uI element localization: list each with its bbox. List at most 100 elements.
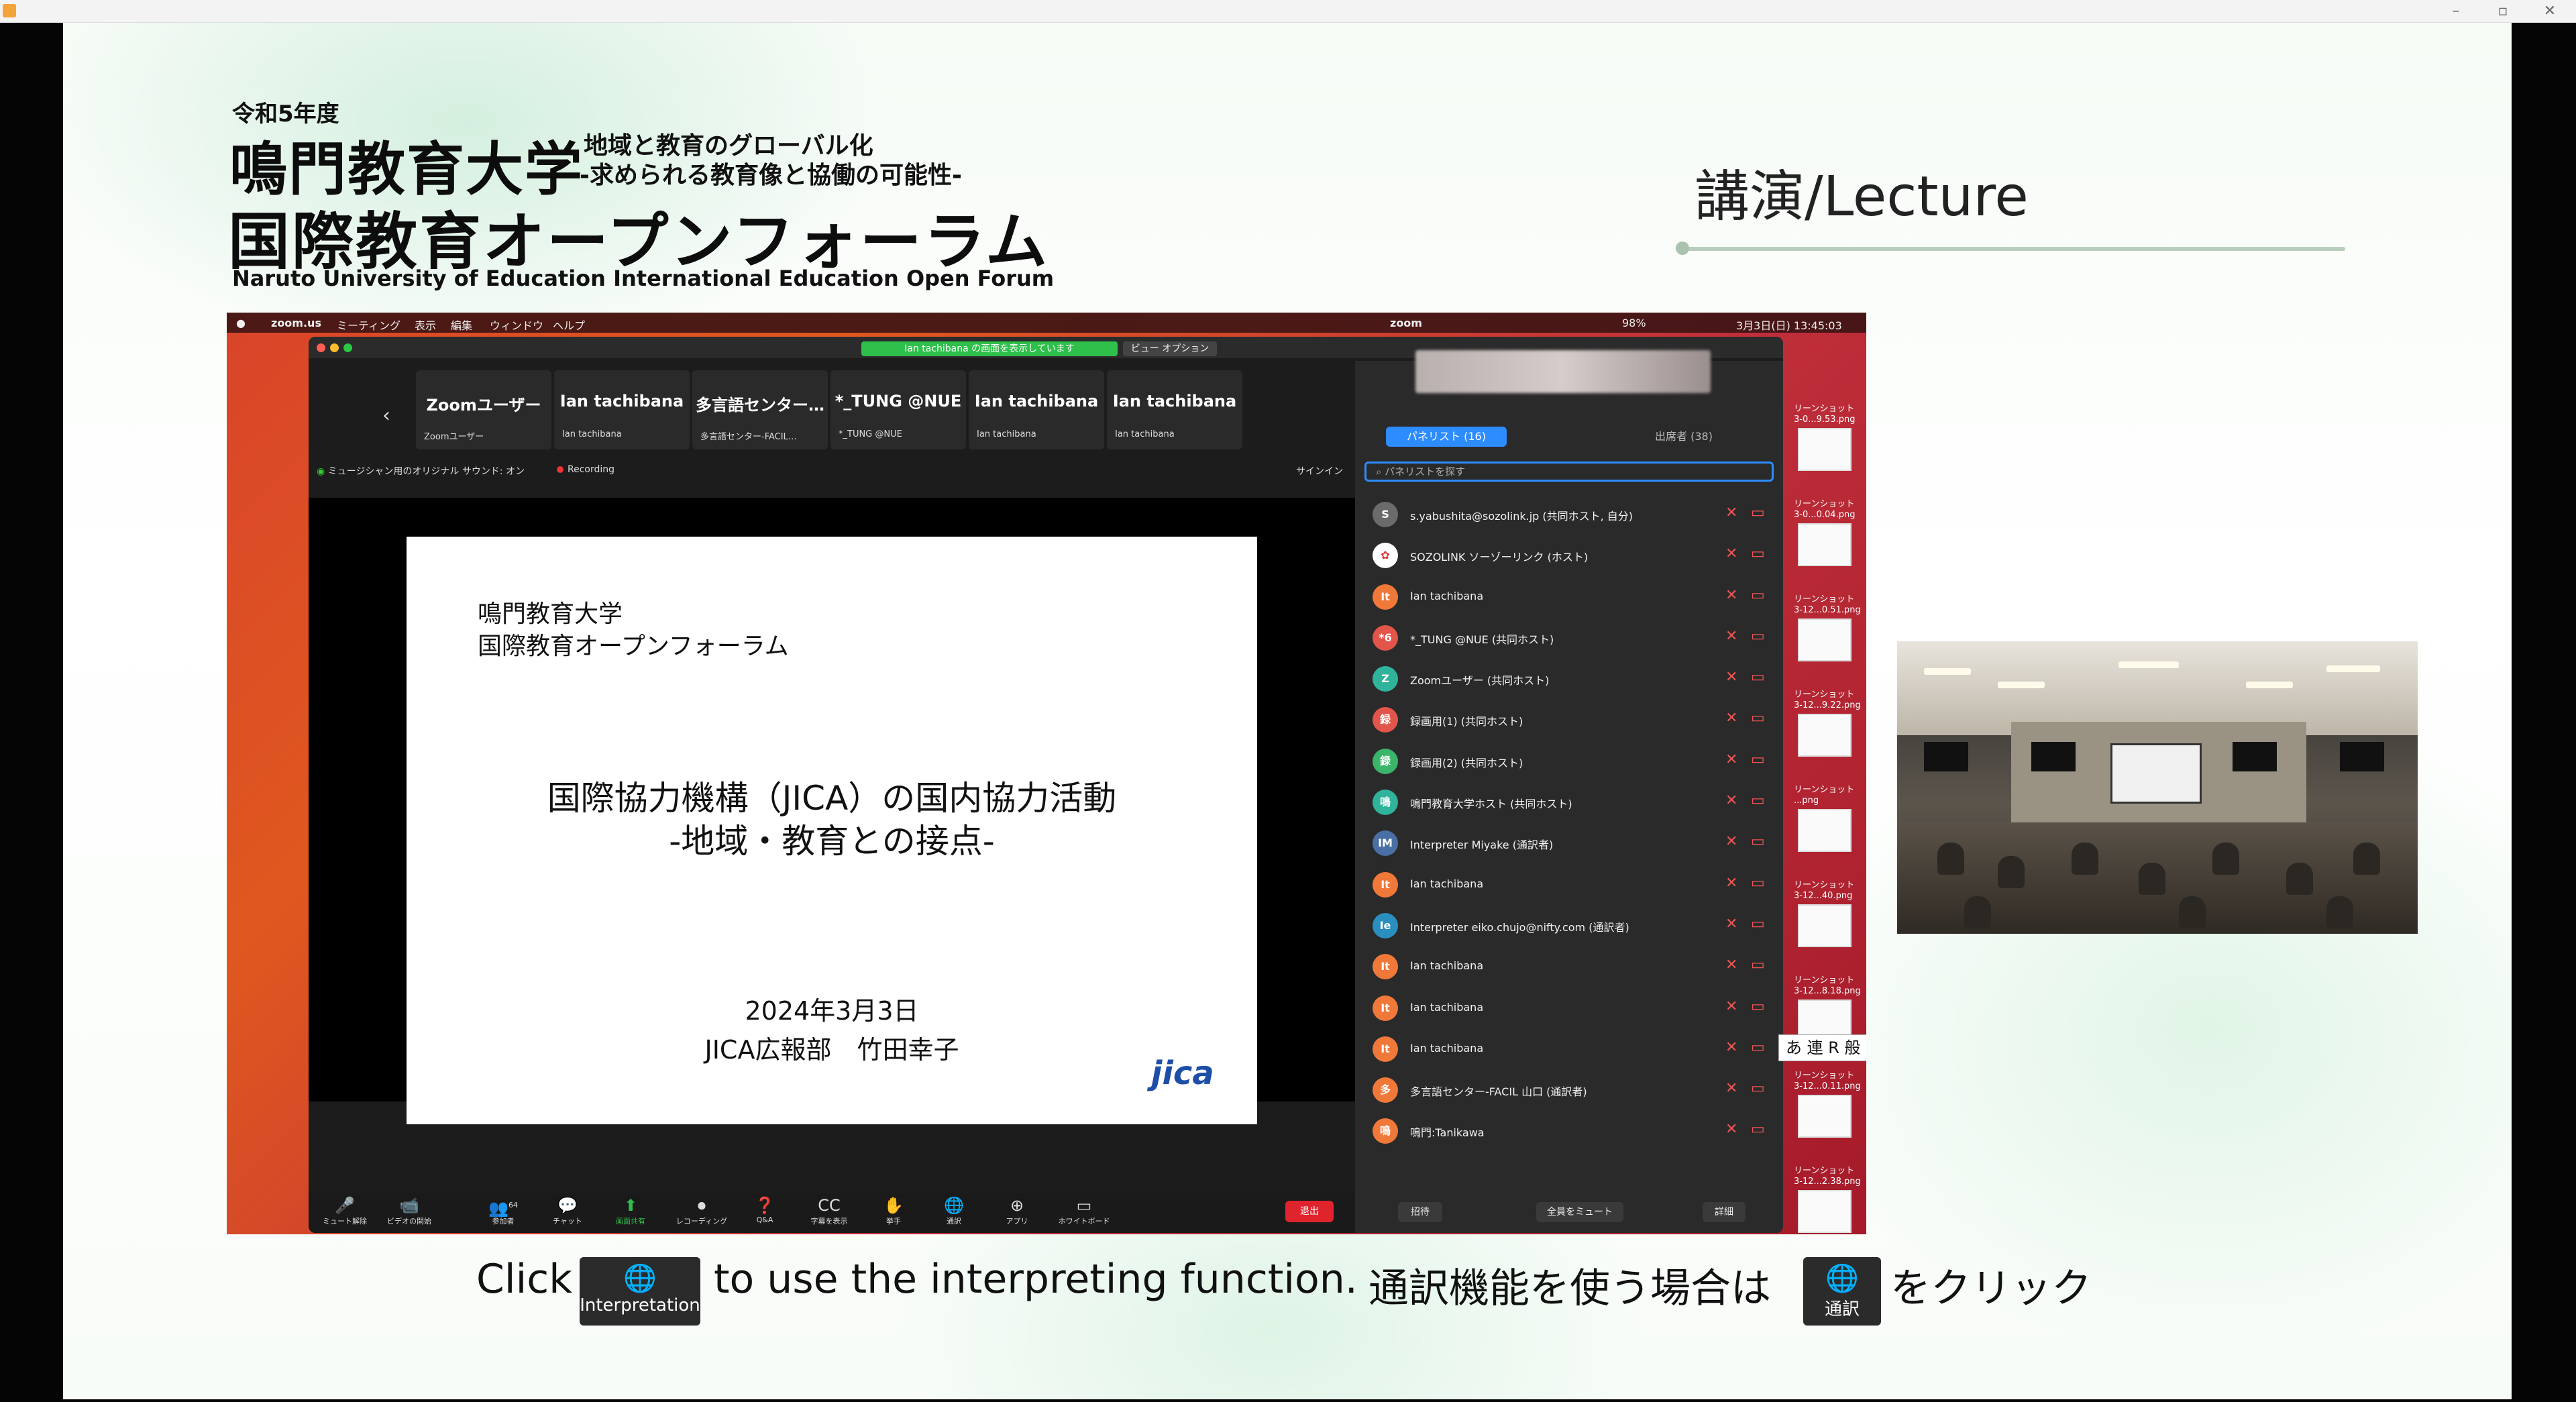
desktop-file[interactable]: リーンショット 3-12...0.51.png bbox=[1784, 594, 1865, 690]
minimize-button[interactable]: – bbox=[2439, 1, 2473, 21]
interpretation-button[interactable]: 🌐 通訳 bbox=[927, 1195, 981, 1226]
participant-row[interactable]: Ie Interpreter eiko.chujo@nifty.com (通訳者)… bbox=[1355, 904, 1783, 945]
recording-button[interactable]: ⏺ レコーディング bbox=[675, 1195, 729, 1226]
apps-button[interactable]: ⊕ アプリ bbox=[990, 1195, 1044, 1226]
more-button[interactable]: 詳細 bbox=[1703, 1202, 1746, 1222]
microphone-muted-icon[interactable]: ✕ bbox=[1725, 504, 1737, 521]
video-off-icon[interactable]: ▭ bbox=[1751, 1039, 1765, 1056]
desktop-file[interactable]: リーンショット ...png bbox=[1784, 785, 1865, 880]
menu-zoom[interactable]: zoom.us bbox=[271, 317, 321, 329]
microphone-muted-icon[interactable]: ✕ bbox=[1725, 710, 1737, 726]
video-thumbnail[interactable]: Ian tachibana Ian tachibana bbox=[969, 370, 1104, 449]
menu-window[interactable]: ウィンドウ bbox=[490, 317, 543, 333]
video-off-icon[interactable]: ▭ bbox=[1751, 710, 1765, 726]
participant-row[interactable]: It Ian tachibana ✕ ▭ bbox=[1355, 945, 1783, 985]
microphone-muted-icon[interactable]: ✕ bbox=[1725, 792, 1737, 809]
desktop-file[interactable]: リーンショット 3-12...40.png bbox=[1784, 880, 1865, 975]
video-thumbnail[interactable]: *_TUNG @NUE *_TUNG @NUE bbox=[830, 370, 966, 449]
microphone-muted-icon[interactable]: ✕ bbox=[1725, 833, 1737, 850]
video-off-icon[interactable]: ▭ bbox=[1751, 587, 1765, 604]
zoom-dot-icon[interactable] bbox=[343, 343, 352, 352]
video-off-icon[interactable]: ▭ bbox=[1751, 1080, 1765, 1097]
view-options-button[interactable]: ビュー オプション bbox=[1123, 341, 1217, 356]
tab-panelists[interactable]: パネリスト (16) bbox=[1386, 427, 1507, 447]
participant-row[interactable]: It Ian tachibana ✕ ▭ bbox=[1355, 863, 1783, 904]
video-off-icon[interactable]: ▭ bbox=[1751, 628, 1765, 645]
video-thumbnail[interactable]: Zoomユーザー Zoomユーザー bbox=[416, 370, 551, 449]
microphone-muted-icon[interactable]: ✕ bbox=[1725, 998, 1737, 1015]
desktop-file[interactable]: リーンショット 3-0...0.04.png bbox=[1784, 499, 1865, 594]
participant-row[interactable]: 録録画用(2) (共同ホスト) ✕ ▭ bbox=[1355, 739, 1783, 780]
video-thumbnail[interactable]: Ian tachibana Ian tachibana bbox=[554, 370, 690, 449]
microphone-muted-icon[interactable]: ✕ bbox=[1725, 1080, 1737, 1097]
participant-row[interactable]: ✿ SOZOLINK ソーゾーリンク (ホスト) ✕ ▭ bbox=[1355, 533, 1783, 574]
participant-row[interactable]: It Ian tachibana ✕ ▭ bbox=[1355, 986, 1783, 1027]
microphone-muted-icon[interactable]: ✕ bbox=[1725, 1121, 1737, 1138]
raise-hand-button[interactable]: ✋ 挙手 bbox=[867, 1195, 920, 1226]
video-off-icon[interactable]: ▭ bbox=[1751, 504, 1765, 521]
participants-button[interactable]: 👥64 参加者 bbox=[476, 1195, 530, 1226]
video-off-icon[interactable]: ▭ bbox=[1751, 916, 1765, 932]
recording-indicator[interactable]: Recording bbox=[557, 464, 614, 475]
video-off-icon[interactable]: ▭ bbox=[1751, 545, 1765, 562]
video-off-icon[interactable]: ▭ bbox=[1751, 1121, 1765, 1138]
participant-row[interactable]: 鳴鳴門教育大学ホスト (共同ホスト) ✕ ▭ bbox=[1355, 780, 1783, 821]
microphone-muted-icon[interactable]: ✕ bbox=[1725, 751, 1737, 768]
menubar-zoom-icon[interactable]: zoom bbox=[1390, 317, 1422, 329]
desktop-file[interactable]: リーンショット 3-0...9.53.png bbox=[1784, 404, 1865, 499]
microphone-muted-icon[interactable]: ✕ bbox=[1725, 587, 1737, 604]
video-thumbnail[interactable]: Ian tachibana Ian tachibana bbox=[1107, 370, 1242, 449]
menu-view[interactable]: 表示 bbox=[415, 317, 436, 333]
participant-row[interactable]: *6 *_TUNG @NUE (共同ホスト) ✕ ▭ bbox=[1355, 616, 1783, 657]
share-screen-button[interactable]: ⬆ 画面共有 bbox=[604, 1195, 657, 1226]
video-off-icon[interactable]: ▭ bbox=[1751, 875, 1765, 892]
microphone-muted-icon[interactable]: ✕ bbox=[1725, 628, 1737, 645]
close-button[interactable]: ✕ bbox=[2533, 1, 2567, 21]
mute-all-button[interactable]: 全員をミュート bbox=[1536, 1202, 1623, 1222]
menu-help[interactable]: ヘルプ bbox=[553, 317, 585, 333]
video-off-icon[interactable]: ▭ bbox=[1751, 751, 1765, 768]
original-sound-status[interactable]: ◉ ミュージシャン用のオリジナル サウンド: オン bbox=[317, 464, 525, 478]
start-video-button[interactable]: 📹 ビデオの開始 bbox=[382, 1195, 436, 1226]
microphone-muted-icon[interactable]: ✕ bbox=[1725, 916, 1737, 932]
microphone-muted-icon[interactable]: ✕ bbox=[1725, 669, 1737, 686]
desktop-file[interactable]: リーンショット 3-12...0.11.png bbox=[1784, 1071, 1865, 1166]
participant-row[interactable]: Ss.yabushita@sozolink.jp (共同ホスト, 自分) ✕ ▭ bbox=[1355, 492, 1783, 533]
video-thumbnail[interactable]: 多言語センター… 多言語センター-FACIL… bbox=[692, 370, 828, 449]
participant-row[interactable]: 多多言語センター-FACIL 山口 (通訳者) ✕ ▭ bbox=[1355, 1068, 1783, 1109]
participant-row[interactable]: It Ian tachibana ✕ ▭ bbox=[1355, 575, 1783, 616]
video-off-icon[interactable]: ▭ bbox=[1751, 957, 1765, 973]
participant-row[interactable]: IM Interpreter Miyake (通訳者) ✕ ▭ bbox=[1355, 821, 1783, 862]
desktop-file[interactable]: リーンショット 3-12...9.22.png bbox=[1784, 690, 1865, 785]
participant-row[interactable]: It Ian tachibana ✕ ▭ bbox=[1355, 1027, 1783, 1068]
video-off-icon[interactable]: ▭ bbox=[1751, 833, 1765, 850]
microphone-muted-icon[interactable]: ✕ bbox=[1725, 957, 1737, 973]
minimize-dot-icon[interactable] bbox=[330, 343, 339, 352]
video-off-icon[interactable]: ▭ bbox=[1751, 669, 1765, 686]
menu-meeting[interactable]: ミーティング bbox=[337, 317, 400, 333]
microphone-muted-icon[interactable]: ✕ bbox=[1725, 875, 1737, 892]
menu-edit[interactable]: 編集 bbox=[451, 317, 472, 333]
qa-button[interactable]: ❓ Q&A bbox=[738, 1195, 792, 1224]
microphone-muted-icon[interactable]: ✕ bbox=[1725, 545, 1737, 562]
participant-row[interactable]: Z Zoomユーザー (共同ホスト) ✕ ▭ bbox=[1355, 657, 1783, 698]
unmute-button[interactable]: 🎤 ミュート解除 bbox=[318, 1195, 372, 1226]
maximize-button[interactable]: ▫ bbox=[2486, 1, 2520, 21]
close-dot-icon[interactable] bbox=[317, 343, 325, 352]
participant-row[interactable]: 録録画用(1) (共同ホスト) ✕ ▭ bbox=[1355, 698, 1783, 739]
tab-attendees[interactable]: 出席者 (38) bbox=[1623, 427, 1744, 447]
share-notice[interactable]: Ian tachibana の画面を表示しています bbox=[861, 341, 1118, 356]
invite-button[interactable]: 招待 bbox=[1398, 1202, 1442, 1222]
sign-in-link[interactable]: サインイン bbox=[1296, 464, 1343, 478]
video-off-icon[interactable]: ▭ bbox=[1751, 792, 1765, 809]
desktop-file[interactable]: リーンショット 3-12...2.38.png bbox=[1784, 1166, 1865, 1234]
whiteboard-button[interactable]: ▭ ホワイトボード bbox=[1057, 1195, 1111, 1226]
microphone-muted-icon[interactable]: ✕ bbox=[1725, 1039, 1737, 1056]
leave-button[interactable]: 退出 bbox=[1285, 1201, 1334, 1222]
participant-row[interactable]: 鳴鳴門:Tanikawa ✕ ▭ bbox=[1355, 1109, 1783, 1150]
chevron-left-icon[interactable]: ‹ bbox=[382, 404, 390, 427]
ime-toolbar[interactable]: あ 連 R 般 bbox=[1778, 1034, 1866, 1061]
panelist-search-input[interactable]: ⌕ パネリストを探す bbox=[1364, 462, 1774, 482]
chat-button[interactable]: 💬 チャット bbox=[541, 1195, 594, 1226]
captions-button[interactable]: CC 字幕を表示 bbox=[802, 1195, 856, 1226]
